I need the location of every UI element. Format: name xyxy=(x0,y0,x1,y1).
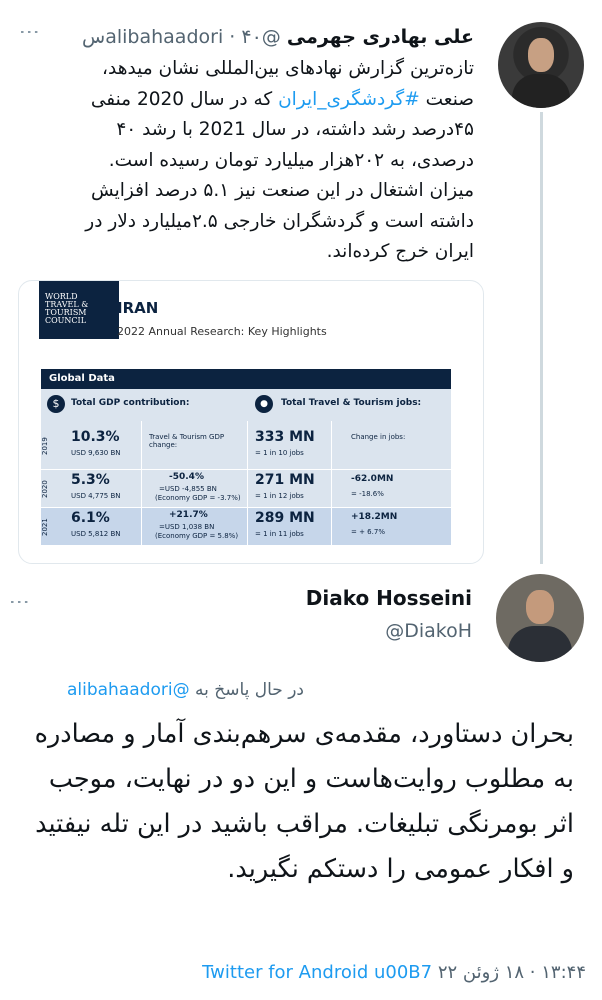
jobs-change: -62.0MN xyxy=(351,474,394,484)
gdp-change: +21.7% xyxy=(169,510,208,520)
gdp-value: 6.1% xyxy=(71,510,110,526)
gdp-usd: USD 9,630 BN xyxy=(71,449,121,457)
dollar-icon: $ xyxy=(47,395,65,413)
client-link[interactable]: Twitter for Android u00B7 xyxy=(202,962,432,983)
table-row: 2020 5.3% USD 4,775 BN -50.4% =USD -4,85… xyxy=(41,470,451,508)
gdp-usd: USD 4,775 BN xyxy=(71,492,121,500)
gdp-value: 5.3% xyxy=(71,472,110,488)
tweet-text: بحران دستاورد، مقدمه‌ی سرهم‌بندی آمار و … xyxy=(34,719,574,884)
replying-handle-link[interactable]: @alibahaadori xyxy=(67,680,190,700)
jobs-change: +18.2MN xyxy=(351,512,398,522)
table-row: 2021 6.1% USD 5,812 BN +21.7% =USD 1,038… xyxy=(41,508,451,546)
gdp-change-usd: =USD -4,855 BN xyxy=(159,485,217,493)
year-label: 2019 xyxy=(41,437,49,455)
avatar-suit xyxy=(508,626,572,662)
economy-gdp: (Economy GDP = 5.8%) xyxy=(155,532,239,540)
replying-to: در حال پاسخ به @alibahaadori xyxy=(67,680,304,700)
economy-gdp: (Economy GDP = -3.7%) xyxy=(155,494,241,502)
avatar-face xyxy=(528,38,554,72)
table-header: $ Total GDP contribution: ● Total Travel… xyxy=(41,389,451,421)
jobs-ratio: = 1 in 12 jobs xyxy=(255,492,304,500)
avatar[interactable] xyxy=(498,22,584,108)
jobs-value: 289 MN xyxy=(255,510,315,526)
display-name[interactable]: علی بهادری جهرمی xyxy=(287,26,474,48)
tweet-text-part: میزان اشتغال در این صنعت نیز ۵.۱ درصد اف… xyxy=(85,180,474,262)
table-row: 2019 10.3% USD 9,630 BN Travel & Tourism… xyxy=(41,427,451,465)
avatar-face xyxy=(526,590,554,624)
display-name[interactable]: Diako Hosseini xyxy=(306,586,472,610)
user-handle[interactable]: @DiakoH xyxy=(385,620,472,642)
replying-prefix: در حال پاسخ به xyxy=(194,680,304,700)
tweet-meta: ۱۳:۴۴ · ۱۸ ژوئن ۲۲ Twitter for Android u… xyxy=(202,962,586,983)
jobs-change-pct: = + 6.7% xyxy=(351,528,385,536)
tweet-header: علی بهادری جهرمی @alibahaadori · ۴۰س xyxy=(82,26,474,48)
gdp-value: 10.3% xyxy=(71,429,120,445)
tweet-time-separator: · xyxy=(229,26,236,48)
jobs-ratio: = 1 in 10 jobs xyxy=(255,449,304,457)
jobs-ratio: = 1 in 11 jobs xyxy=(255,530,304,538)
jobs-change-pct: = -18.6% xyxy=(351,490,384,498)
gdp-change-label: Travel & Tourism GDP change: xyxy=(149,433,225,449)
thread-line xyxy=(540,112,543,564)
jobs-label: Total Travel & Tourism jobs: xyxy=(281,398,422,408)
people-icon: ● xyxy=(255,395,273,413)
global-data-table: Global Data $ Total GDP contribution: ● … xyxy=(41,369,451,545)
gdp-change-usd: =USD 1,038 BN xyxy=(159,523,215,531)
year-label: 2020 xyxy=(41,480,49,498)
tweet-text: تازه‌ترین گزارش نهادهای بین‌المللی نشان … xyxy=(54,54,474,268)
more-options-icon[interactable]: ⋮ xyxy=(18,22,42,42)
more-options-icon[interactable]: ⋮ xyxy=(8,592,32,612)
reply-tweet[interactable]: ⋮ Diako Hosseini @DiakoH در حال پاسخ به … xyxy=(0,564,602,1000)
jobs-value: 271 MN xyxy=(255,472,315,488)
report-country: IRAN xyxy=(117,299,159,317)
year-label: 2021 xyxy=(41,518,49,536)
original-tweet[interactable]: ⋮ علی بهادری جهرمی @alibahaadori · ۴۰س ت… xyxy=(0,0,602,564)
jobs-value: 333 MN xyxy=(255,429,315,445)
hashtag-link[interactable]: #گردشگری_ایران xyxy=(278,89,420,110)
table-title: Global Data xyxy=(41,369,451,389)
media-image[interactable]: WORLD TRAVEL & TOURISM COUNCIL IRAN 2022… xyxy=(18,280,484,564)
tweet-timestamp[interactable]: ۱۳:۴۴ · ۱۸ ژوئن ۲۲ xyxy=(438,962,586,983)
wttc-logo: WORLD TRAVEL & TOURISM COUNCIL xyxy=(39,281,119,339)
avatar-suit xyxy=(512,74,570,108)
jobs-change-label: Change in jobs: xyxy=(351,433,406,441)
gdp-change: -50.4% xyxy=(169,472,204,482)
report-subtitle: 2022 Annual Research: Key Highlights xyxy=(117,325,327,338)
gdp-label: Total GDP contribution: xyxy=(71,398,190,408)
logo-line: COUNCIL xyxy=(45,316,87,325)
gdp-usd: USD 5,812 BN xyxy=(71,530,121,538)
avatar[interactable] xyxy=(496,574,584,662)
